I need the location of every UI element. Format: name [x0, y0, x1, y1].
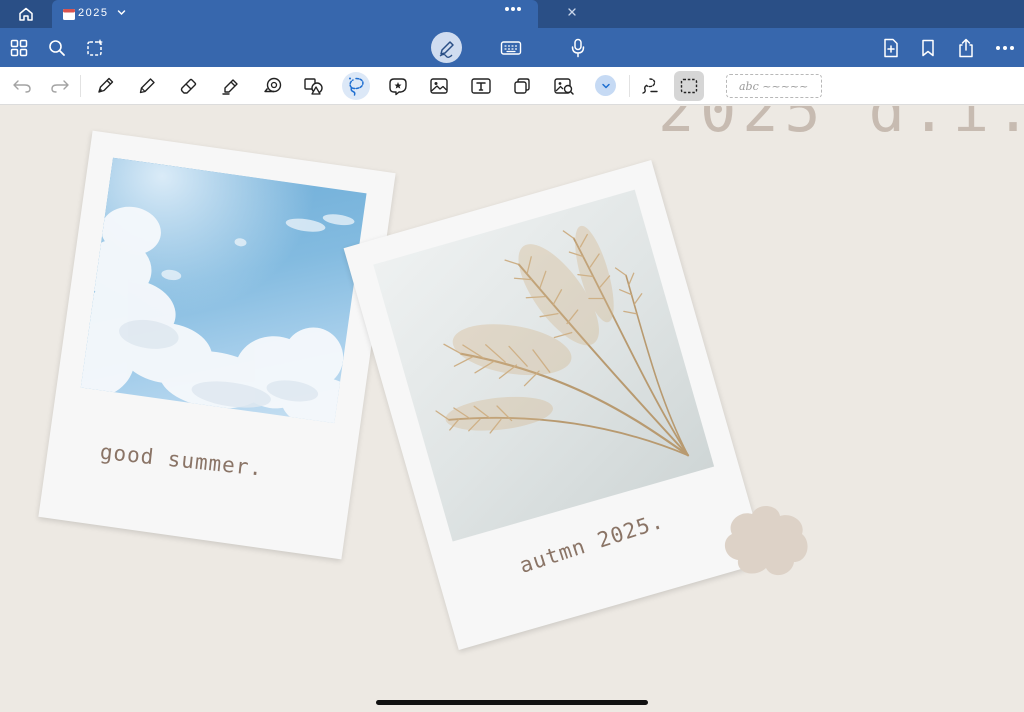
grid-button[interactable]	[6, 35, 32, 61]
camera-tool[interactable]	[551, 73, 577, 99]
eraser-tool[interactable]	[176, 73, 202, 99]
undo-button[interactable]	[9, 73, 35, 99]
keyboard-icon	[500, 41, 522, 55]
home-button[interactable]	[12, 4, 40, 24]
bookmark-icon	[922, 39, 934, 57]
polaroid-autumn[interactable]: autmn 2025.	[343, 159, 767, 651]
add-page-icon	[884, 38, 898, 58]
tab-grip-icon[interactable]	[504, 6, 522, 12]
polaroid-summer[interactable]: good summer.	[38, 130, 396, 560]
note-canvas[interactable]: 2025 d.i.g	[0, 106, 1024, 712]
handwriting-convert-text: abc ~~~~~	[739, 79, 809, 93]
redo-icon	[51, 80, 69, 93]
pampas-grass-photo	[373, 189, 715, 542]
add-page-button[interactable]	[878, 35, 904, 61]
handwriting-convert-field[interactable]: abc ~~~~~	[726, 74, 822, 98]
sticker-icon	[389, 78, 407, 96]
close-icon[interactable]	[567, 7, 577, 17]
toolbar-divider	[629, 75, 630, 97]
flower-sticker[interactable]	[722, 504, 810, 578]
toolbar-divider	[80, 75, 81, 97]
search-icon	[49, 40, 65, 56]
tab-title: 2025	[78, 7, 109, 19]
chevron-down-icon[interactable]	[117, 8, 126, 17]
cloud-illustration	[80, 157, 367, 424]
share-icon	[959, 38, 973, 58]
microphone-button[interactable]	[565, 35, 591, 61]
pen-mode-button[interactable]	[431, 32, 462, 63]
pen-icon	[98, 77, 114, 93]
redo-button[interactable]	[47, 73, 73, 99]
more-icon	[996, 46, 1014, 50]
favorites-icon	[87, 39, 103, 56]
select-icon	[680, 78, 698, 94]
text-box-icon	[471, 78, 491, 94]
tape-icon	[264, 77, 282, 93]
share-button[interactable]	[953, 35, 979, 61]
pen-tool[interactable]	[92, 73, 118, 99]
text-box-tool[interactable]	[468, 73, 494, 99]
polaroid-caption: autmn 2025.	[516, 508, 667, 578]
shapes-icon	[304, 78, 323, 95]
grid-icon	[10, 39, 28, 57]
tape-tool[interactable]	[260, 73, 286, 99]
pen-mode-icon	[439, 40, 454, 58]
more-tools-button[interactable]	[595, 75, 616, 96]
sky-photo	[80, 157, 367, 424]
chevron-down-icon	[601, 83, 610, 88]
tab-bar: 2025	[0, 0, 1024, 28]
highlighter-icon	[222, 79, 238, 95]
elements-icon	[514, 78, 530, 94]
home-indicator[interactable]	[376, 700, 648, 705]
search-button[interactable]	[44, 35, 70, 61]
image-tool[interactable]	[426, 73, 452, 99]
home-icon	[19, 7, 33, 21]
more-button[interactable]	[992, 35, 1018, 61]
highlighter-tool[interactable]	[218, 73, 244, 99]
lasso-tool[interactable]	[342, 72, 370, 100]
elements-tool[interactable]	[509, 73, 535, 99]
page-heading: 2025 d.i.g	[658, 106, 1024, 146]
select-tool[interactable]	[674, 71, 704, 101]
keyboard-button[interactable]	[498, 35, 524, 61]
favorites-button[interactable]	[82, 35, 108, 61]
eraser-icon	[180, 78, 197, 94]
app-toolbar	[0, 28, 1024, 67]
lasso-icon	[349, 77, 364, 96]
laser-pointer-icon	[642, 78, 658, 94]
sticker-tool[interactable]	[385, 73, 411, 99]
document-tab[interactable]: 2025	[52, 0, 576, 28]
undo-icon	[13, 80, 31, 93]
laser-pointer-tool[interactable]	[636, 73, 662, 99]
tool-bar	[0, 67, 1024, 105]
polaroid-caption: good summer.	[98, 439, 265, 481]
pencil-tool[interactable]	[134, 73, 160, 99]
microphone-icon	[571, 38, 585, 58]
camera-icon	[554, 78, 574, 95]
calendar-icon	[63, 9, 75, 20]
pencil-icon	[139, 78, 155, 94]
image-icon	[430, 78, 448, 94]
pampas-grass-illustration	[435, 225, 690, 457]
bookmark-button[interactable]	[915, 35, 941, 61]
shapes-tool[interactable]	[301, 73, 327, 99]
